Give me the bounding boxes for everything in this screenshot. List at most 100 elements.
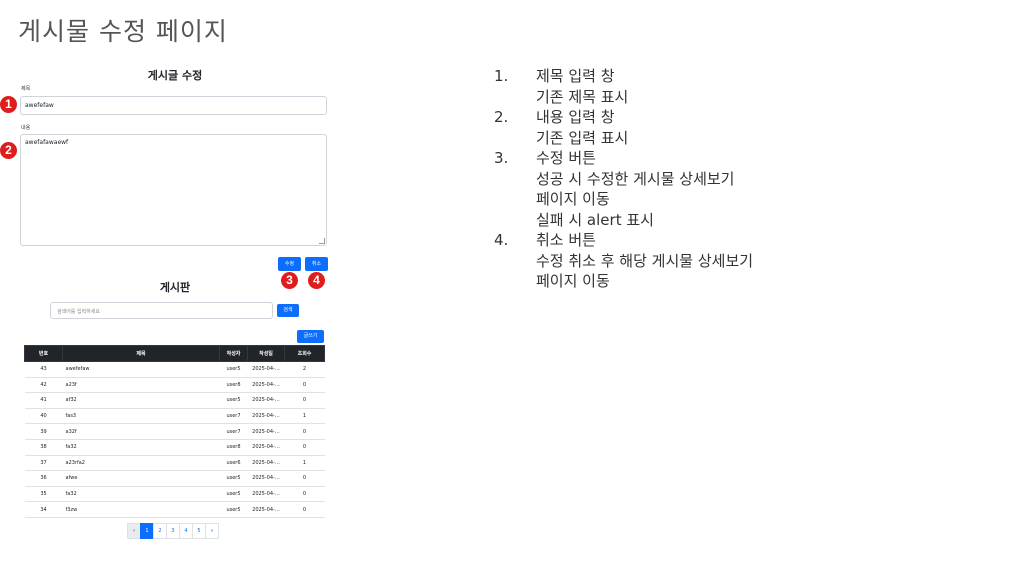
note-line: 수정 버튼: [536, 149, 596, 167]
note-line: 내용 입력 창: [536, 108, 615, 126]
cell-date: 2025-04-…: [247, 455, 285, 472]
cell-views: 0: [284, 501, 325, 518]
column-header-author: 작성자: [219, 345, 248, 362]
table-row[interactable]: 39 a32f user7 2025-04-… 0: [24, 423, 325, 440]
search-input[interactable]: 검색어를 입력하세요: [50, 302, 273, 319]
write-button[interactable]: 글쓰기: [297, 330, 324, 343]
table-row[interactable]: 36 afwe user5 2025-04-… 0: [24, 470, 325, 487]
cell-views: 0: [284, 486, 325, 503]
note-item: 1. 제목 입력 창 기존 제목 표시: [494, 66, 753, 107]
page-2[interactable]: 2: [153, 523, 167, 539]
cell-author: user8: [219, 377, 248, 394]
note-line: 페이지 이동: [536, 272, 610, 290]
note-line: 성공 시 수정한 게시물 상세보기: [536, 169, 735, 188]
cell-title[interactable]: afwe: [62, 470, 220, 487]
cell-views: 0: [284, 392, 325, 409]
marker-1: 1: [0, 96, 17, 113]
cell-date: 2025-04-…: [247, 439, 285, 456]
cell-date: 2025-04-…: [247, 486, 285, 503]
cell-title[interactable]: a23rfa2: [62, 455, 220, 472]
table-row[interactable]: 40 fas3 user7 2025-04-… 1: [24, 408, 325, 425]
cell-title[interactable]: fas3: [62, 408, 220, 425]
table-row[interactable]: 37 a23rfa2 user6 2025-04-… 1: [24, 455, 325, 472]
cell-views: 1: [284, 455, 325, 472]
cell-number: 34: [24, 501, 63, 518]
cell-views: 0: [284, 439, 325, 456]
cell-author: user5: [219, 501, 248, 518]
cell-views: 0: [284, 377, 325, 394]
table-row[interactable]: 42 a23f user8 2025-04-… 0: [24, 377, 325, 394]
cell-title[interactable]: af32: [62, 392, 220, 409]
note-line: 페이지 이동: [536, 190, 610, 208]
cell-number: 43: [24, 361, 63, 378]
note-line: 취소 버튼: [536, 231, 596, 249]
content-textarea[interactable]: awefafawaewf: [20, 134, 327, 246]
page-next[interactable]: »: [205, 523, 219, 539]
cell-number: 39: [24, 423, 63, 440]
cell-title[interactable]: fa32: [62, 439, 220, 456]
cell-date: 2025-04-…: [247, 470, 285, 487]
search-button[interactable]: 검색: [277, 304, 299, 317]
page-prev[interactable]: «: [127, 523, 141, 539]
note-item: 2. 내용 입력 창기존 입력 표시: [494, 107, 753, 148]
board-table: 번호 제목 작성자 작성일 조회수 43 awefefaw user5 2025-04…: [24, 345, 325, 518]
cell-author: user7: [219, 408, 248, 425]
cell-title[interactable]: awefefaw: [62, 361, 220, 378]
cell-author: user8: [219, 439, 248, 456]
cell-author: user5: [219, 392, 248, 409]
table-row[interactable]: 43 awefefaw user5 2025-04-… 2: [24, 361, 325, 378]
table-header-row: 번호 제목 작성자 작성일 조회수: [24, 345, 325, 362]
note-line: 기존 제목 표시: [536, 87, 629, 106]
table-row[interactable]: 35 fa32 user5 2025-04-… 0: [24, 486, 325, 503]
edit-button[interactable]: 수정: [278, 257, 301, 271]
table-row[interactable]: 34 f3zw user5 2025-04-… 0: [24, 501, 325, 518]
column-header-title: 제목: [62, 345, 220, 362]
cell-date: 2025-04-…: [247, 501, 285, 518]
note-line: 실패 시 alert 표시: [536, 210, 654, 229]
cell-author: user5: [219, 486, 248, 503]
page-1[interactable]: 1: [140, 523, 154, 539]
note-line: 기존 입력 표시: [536, 128, 629, 147]
cell-number: 37: [24, 455, 63, 472]
pagination: «1 2 3 4 5»: [127, 523, 219, 539]
edit-page-mockup: 게시글 수정 제목 awefefaw 내용 awefafawaewf 수정 취소…: [0, 0, 340, 576]
column-header-date: 작성일: [247, 345, 285, 362]
note-number: 1.: [494, 67, 509, 85]
cell-number: 41: [24, 392, 63, 409]
marker-2: 2: [0, 142, 17, 159]
cell-date: 2025-04-…: [247, 361, 285, 378]
cell-date: 2025-04-…: [247, 423, 285, 440]
table-row[interactable]: 38 fa32 user8 2025-04-… 0: [24, 439, 325, 456]
title-label: 제목: [21, 86, 31, 92]
content-text: awefafawaewf: [25, 139, 69, 146]
cell-number: 42: [24, 377, 63, 394]
page-4[interactable]: 4: [179, 523, 193, 539]
cell-title[interactable]: f3zw: [62, 501, 220, 518]
cell-views: 2: [284, 361, 325, 378]
edit-heading: 게시글 수정: [147, 69, 203, 82]
cell-author: user5: [219, 470, 248, 487]
note-item: 4. 취소 버튼 수정 취소 후 해당 게시물 상세보기 페이지 이동: [494, 230, 753, 292]
cell-author: user5: [219, 361, 248, 378]
cell-number: 36: [24, 470, 63, 487]
cell-author: user7: [219, 423, 248, 440]
cell-title[interactable]: a23f: [62, 377, 220, 394]
cell-title[interactable]: a32f: [62, 423, 220, 440]
notes-list: 1. 제목 입력 창 기존 제목 표시 2. 내용 입력 창기존 입력 표시 3. 수정 버…: [494, 66, 753, 292]
content-label: 내용: [21, 125, 31, 131]
note-number: 3.: [494, 149, 509, 167]
cell-views: 0: [284, 470, 325, 487]
cancel-button[interactable]: 취소: [305, 257, 328, 271]
note-number: 2.: [494, 108, 509, 126]
page-5[interactable]: 5: [192, 523, 206, 539]
cell-number: 40: [24, 408, 63, 425]
page-3[interactable]: 3: [166, 523, 180, 539]
cell-title[interactable]: fa32: [62, 486, 220, 503]
cell-number: 38: [24, 439, 63, 456]
resize-handle-icon[interactable]: [319, 238, 325, 244]
cell-date: 2025-04-…: [247, 392, 285, 409]
title-input[interactable]: awefefaw: [20, 96, 327, 115]
table-row[interactable]: 41 af32 user5 2025-04-… 0: [24, 392, 325, 409]
cell-views: 0: [284, 423, 325, 440]
note-item: 3. 수정 버튼성공 시 수정한 게시물 상세보기페이지 이동실패 시 alert…: [494, 148, 753, 230]
